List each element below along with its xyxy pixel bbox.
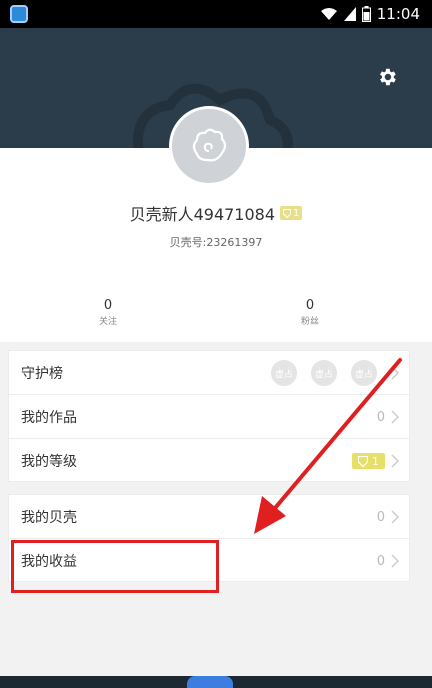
red-arrow-annotation — [254, 358, 402, 534]
stat-fans[interactable]: 0 粉丝 — [270, 298, 350, 328]
guard-list-label: 守护榜 — [21, 365, 63, 382]
stats-row: 0 关注 0 粉丝 — [0, 298, 432, 330]
user-level-value: 1 — [293, 207, 300, 219]
my-works-label: 我的作品 — [21, 409, 77, 426]
account-id: 贝壳号:23261397 — [169, 236, 263, 249]
username: 贝壳新人49471084 — [129, 205, 276, 224]
status-time: 11:04 — [376, 5, 420, 23]
status-icons: 11:04 — [320, 4, 420, 24]
center-tab-button[interactable] — [187, 676, 233, 688]
shield-icon — [283, 208, 292, 218]
battery-icon — [361, 6, 371, 22]
fans-count: 0 — [305, 298, 315, 313]
chevron-right-icon — [391, 554, 399, 568]
gear-icon[interactable] — [376, 66, 398, 88]
avatar[interactable] — [169, 106, 249, 186]
shell-avatar-icon — [192, 128, 227, 162]
my-shells-label: 我的贝壳 — [21, 509, 77, 526]
signal-icon — [343, 7, 356, 21]
username-row: 贝壳新人49471084 1 — [0, 202, 432, 224]
wifi-icon — [320, 8, 337, 20]
my-earnings-count: 0 — [376, 553, 385, 569]
status-bar: 11:04 — [0, 0, 432, 28]
fans-label: 粉丝 — [300, 317, 319, 327]
highlight-box — [11, 540, 219, 593]
my-level-label: 我的等级 — [21, 454, 77, 470]
follow-count: 0 — [103, 298, 113, 313]
stat-follow[interactable]: 0 关注 — [68, 298, 148, 328]
follow-label: 关注 — [98, 317, 117, 327]
app-icon — [10, 5, 28, 23]
user-level-badge: 1 — [280, 206, 303, 220]
